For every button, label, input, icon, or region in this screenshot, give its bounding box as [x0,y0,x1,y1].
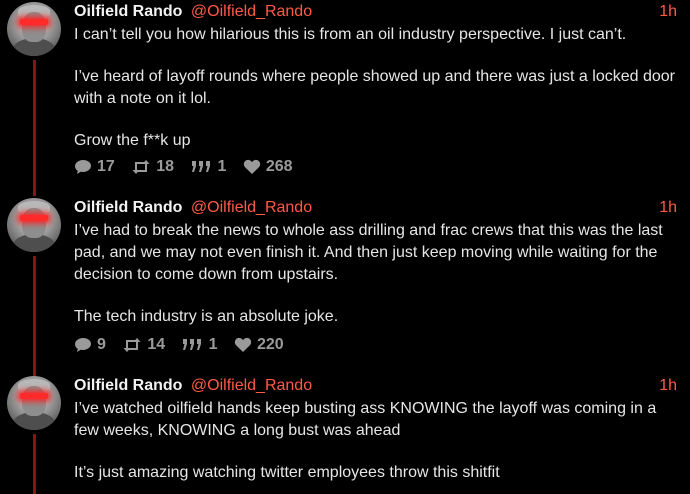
retweet-count: 18 [156,158,175,175]
tweet-header: Oilfield Rando @Oilfield_Rando 1h [74,375,680,397]
thread-connector-line [33,434,36,494]
quote-button[interactable]: 1 [182,334,218,356]
tweet-header: Oilfield Rando @Oilfield_Rando 1h [74,1,680,23]
avatar-red-eyes [20,19,48,25]
like-button[interactable]: 268 [243,156,293,178]
tweet-paragraph: I’ve heard of layoff rounds where people… [74,68,675,107]
heart-icon [234,337,252,353]
tweet-paragraph: I’ve had to break the news to whole ass … [74,222,663,283]
author-handle[interactable]: @Oilfield_Rando [191,3,312,20]
reply-count: 17 [97,158,115,175]
like-count: 220 [256,336,284,353]
author-name[interactable]: Oilfield Rando [74,199,182,216]
thread-connector-line [33,60,36,196]
tweet-header: Oilfield Rando @Oilfield_Rando 1h [74,197,680,219]
tweet: Oilfield Rando @Oilfield_Rando 1h I’ve h… [0,196,690,376]
avatar[interactable] [7,198,61,252]
like-button[interactable]: 220 [234,334,284,356]
tweet-timestamp[interactable]: 1h [659,375,677,397]
retweet-button[interactable]: 18 [131,156,174,178]
tweet-paragraph: It’s just amazing watching twitter emplo… [74,464,500,481]
avatar-face-shape [22,386,46,416]
tweet-text: I’ve had to break the news to whole ass … [74,220,684,328]
retweet-icon [122,337,142,353]
heart-icon [243,159,261,175]
reply-button[interactable]: 17 [74,156,115,178]
thread-connector-line [33,256,36,376]
avatar[interactable] [7,376,61,430]
retweet-count: 14 [147,336,166,353]
tweet-paragraph: I’ve watched oilfield hands keep busting… [74,400,657,439]
tweet-text: I’ve watched oilfield hands keep busting… [74,398,684,484]
tweet-paragraph: I can’t tell you how hilarious this is f… [74,26,627,43]
quote-count: 1 [208,336,218,353]
avatar[interactable] [7,2,61,56]
avatar-red-eyes [20,215,48,221]
speech-bubble-icon [74,159,92,175]
tweet-actions: 17 18 1 268 [74,156,305,178]
tweet-paragraph: The tech industry is an absolute joke. [74,308,339,325]
author-handle[interactable]: @Oilfield_Rando [191,199,312,216]
reply-count: 9 [97,336,106,353]
tweet-timestamp[interactable]: 1h [659,1,677,23]
avatar-face-shape [22,208,46,238]
author-name[interactable]: Oilfield Rando [74,377,182,394]
avatar-face-shape [22,12,46,42]
tweet-thread: Oilfield Rando @Oilfield_Rando 1h I can’… [0,0,690,494]
tweet-text: I can’t tell you how hilarious this is f… [74,24,684,152]
author-name[interactable]: Oilfield Rando [74,3,182,20]
tweet-timestamp[interactable]: 1h [659,197,677,219]
author-handle[interactable]: @Oilfield_Rando [191,377,312,394]
avatar-red-eyes [20,393,48,399]
retweet-icon [131,159,151,175]
quote-icon [182,337,204,353]
reply-button[interactable]: 9 [74,334,106,356]
retweet-button[interactable]: 14 [122,334,165,356]
like-count: 268 [265,158,293,175]
tweet-actions: 9 14 1 220 [74,334,296,356]
quote-count: 1 [217,158,227,175]
quote-button[interactable]: 1 [191,156,227,178]
tweet-paragraph: Grow the f**k up [74,132,191,149]
speech-bubble-icon [74,337,92,353]
tweet: Oilfield Rando @Oilfield_Rando 1h I can’… [0,0,690,196]
quote-icon [191,159,213,175]
tweet: Oilfield Rando @Oilfield_Rando 1h I’ve w… [0,374,690,494]
